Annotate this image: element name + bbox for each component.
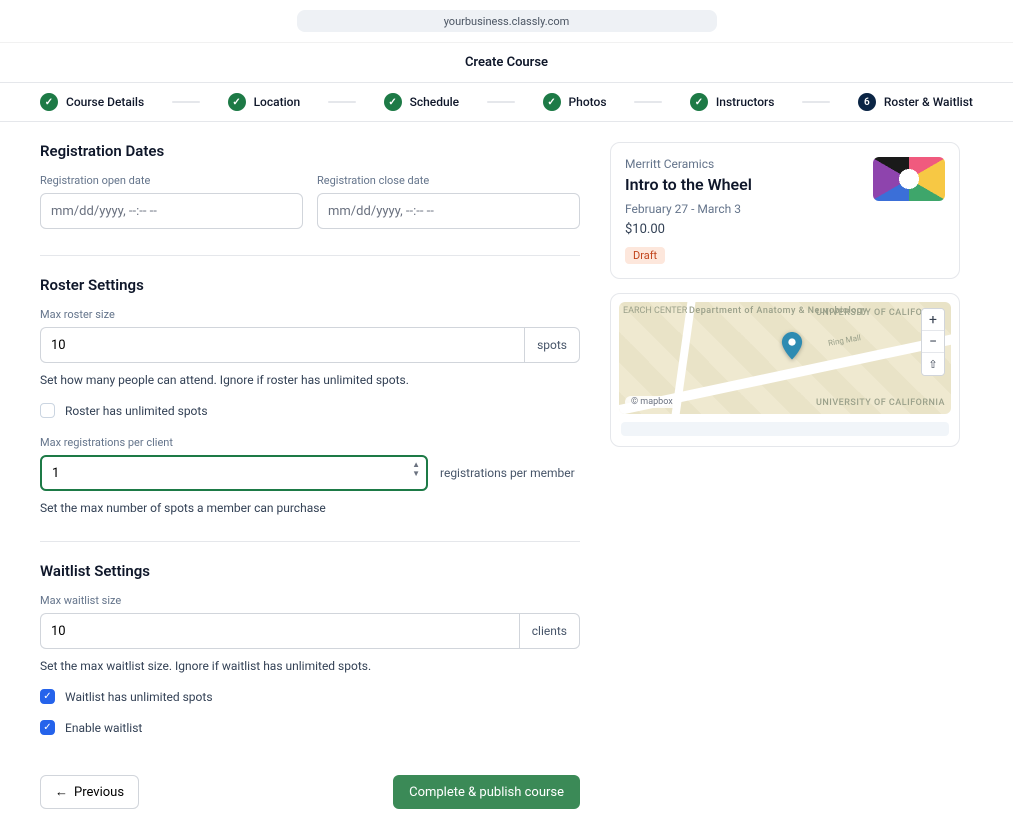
- step-course-details[interactable]: ✓ Course Details: [40, 93, 144, 111]
- publish-button[interactable]: Complete & publish course: [393, 775, 580, 809]
- preview-price: $10.00: [625, 222, 945, 237]
- registration-close-label: Registration close date: [317, 174, 580, 187]
- form-panel: Registration Dates Registration open dat…: [40, 142, 580, 809]
- course-thumbnail: [873, 157, 945, 201]
- previous-button-label: Previous: [74, 785, 124, 800]
- url-bar[interactable]: yourbusiness.classly.com: [297, 10, 717, 32]
- step-label: Instructors: [716, 95, 775, 109]
- step-separator: [328, 101, 356, 103]
- perclient-suffix: registrations per member: [440, 466, 575, 480]
- compass-button[interactable]: ⇧: [922, 353, 944, 375]
- step-instructors[interactable]: ✓ Instructors: [690, 93, 775, 111]
- arrow-left-icon: ←: [55, 784, 68, 800]
- step-label: Roster & Waitlist: [884, 95, 973, 109]
- max-waitlist-label: Max waitlist size: [40, 594, 580, 607]
- map-caption-placeholder: [621, 422, 949, 436]
- map-label: UNIVERSITY OF CALIFORNIA: [816, 398, 945, 408]
- section-waitlist-title: Waitlist Settings: [40, 562, 580, 580]
- perclient-input[interactable]: [42, 457, 426, 489]
- map-pin-icon: [781, 332, 803, 354]
- map[interactable]: EARCH CENTER Department of Anatomy & Neu…: [619, 302, 951, 414]
- status-badge: Draft: [625, 247, 665, 264]
- max-waitlist-suffix: clients: [519, 613, 580, 649]
- preview-panel: Merritt Ceramics Intro to the Wheel Febr…: [610, 142, 960, 809]
- map-controls: + − ⇧: [921, 308, 945, 376]
- step-location[interactable]: ✓ Location: [228, 93, 301, 111]
- waitlist-unlimited-checkbox[interactable]: ✓: [40, 689, 55, 704]
- perclient-label: Max registrations per client: [40, 436, 580, 449]
- max-waitlist-helper: Set the max waitlist size. Ignore if wai…: [40, 659, 580, 673]
- step-label: Course Details: [66, 95, 144, 109]
- perclient-helper: Set the max number of spots a member can…: [40, 501, 580, 515]
- zoom-in-button[interactable]: +: [922, 309, 944, 331]
- step-label: Schedule: [410, 95, 460, 109]
- max-roster-suffix: spots: [524, 327, 580, 363]
- enable-waitlist-checkbox[interactable]: ✓: [40, 720, 55, 735]
- stepper: ✓ Course Details ✓ Location ✓ Schedule ✓…: [0, 83, 1013, 122]
- step-label: Location: [254, 95, 301, 109]
- map-attribution: © mapbox: [625, 396, 679, 408]
- step-label: Photos: [569, 95, 607, 109]
- preview-dates: February 27 - March 3: [625, 202, 945, 216]
- step-roster-waitlist[interactable]: 6 Roster & Waitlist: [858, 93, 973, 111]
- divider: [40, 255, 580, 256]
- waitlist-unlimited-label: Waitlist has unlimited spots: [65, 690, 213, 704]
- zoom-out-button[interactable]: −: [922, 331, 944, 353]
- step-schedule[interactable]: ✓ Schedule: [384, 93, 460, 111]
- check-icon: ✓: [40, 93, 58, 111]
- section-registration-title: Registration Dates: [40, 142, 580, 160]
- registration-close-input[interactable]: [317, 193, 580, 229]
- step-separator: [487, 101, 515, 103]
- roster-unlimited-checkbox[interactable]: [40, 403, 55, 418]
- check-icon: ✓: [228, 93, 246, 111]
- max-roster-helper: Set how many people can attend. Ignore i…: [40, 373, 580, 387]
- previous-button[interactable]: ← Previous: [40, 775, 139, 809]
- step-photos[interactable]: ✓ Photos: [543, 93, 607, 111]
- max-waitlist-input[interactable]: [40, 613, 519, 649]
- step-separator: [634, 101, 662, 103]
- divider: [40, 541, 580, 542]
- enable-waitlist-label: Enable waitlist: [65, 721, 142, 735]
- map-card: EARCH CENTER Department of Anatomy & Neu…: [610, 293, 960, 447]
- check-icon: ✓: [543, 93, 561, 111]
- map-label: EARCH CENTER: [623, 306, 687, 316]
- course-preview-card: Merritt Ceramics Intro to the Wheel Febr…: [610, 142, 960, 279]
- step-separator: [172, 101, 200, 103]
- section-roster-title: Roster Settings: [40, 276, 580, 294]
- roster-unlimited-label: Roster has unlimited spots: [65, 404, 208, 418]
- registration-open-label: Registration open date: [40, 174, 303, 187]
- map-label: Ring Mall: [827, 333, 861, 348]
- number-stepper-icon[interactable]: ▲▼: [412, 461, 420, 478]
- step-separator: [802, 101, 830, 103]
- check-icon: ✓: [384, 93, 402, 111]
- check-icon: ✓: [690, 93, 708, 111]
- max-roster-label: Max roster size: [40, 308, 580, 321]
- page-title: Create Course: [0, 43, 1013, 83]
- step-number-icon: 6: [858, 93, 876, 111]
- max-roster-input[interactable]: [40, 327, 524, 363]
- registration-open-input[interactable]: [40, 193, 303, 229]
